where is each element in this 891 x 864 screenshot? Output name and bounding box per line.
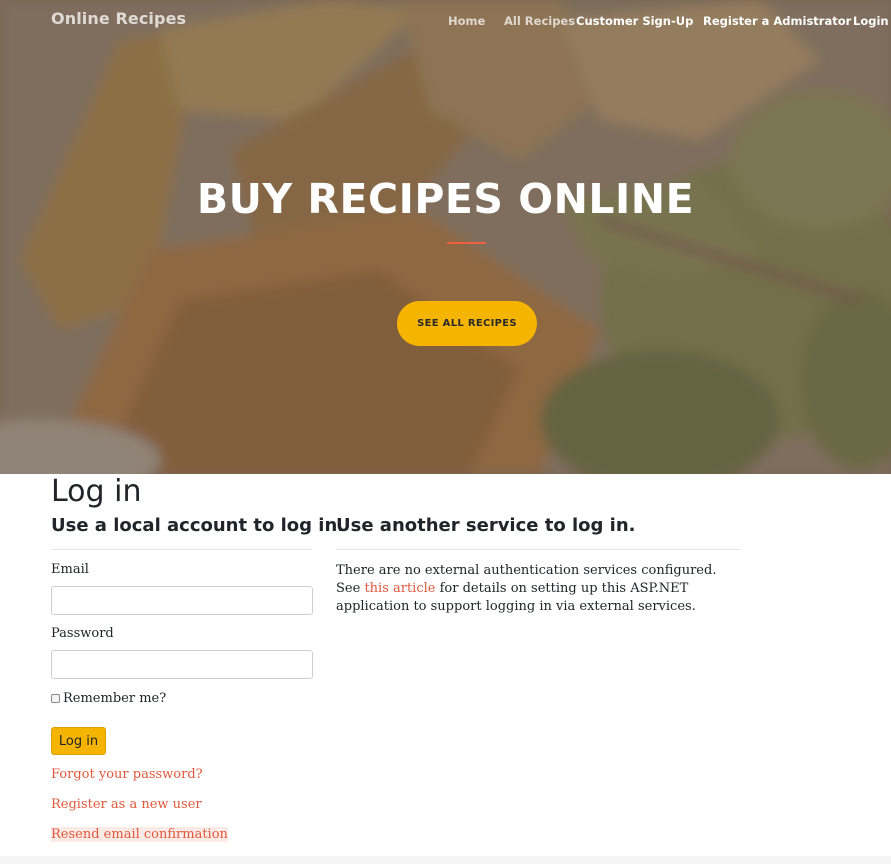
hero-divider	[447, 242, 486, 244]
local-account-heading: Use a local account to log in.	[51, 515, 345, 536]
external-auth-message: There are no external authentication ser…	[336, 562, 741, 616]
password-label: Password	[51, 626, 114, 641]
see-all-recipes-button[interactable]: SEE ALL RECIPES	[397, 301, 537, 346]
local-account-divider	[51, 549, 312, 550]
external-service-heading: Use another service to log in.	[336, 515, 636, 536]
hero-title: BUY RECIPES ONLINE	[196, 175, 695, 223]
log-in-button[interactable]: Log in	[51, 727, 106, 755]
email-field[interactable]	[51, 586, 313, 615]
external-service-divider	[336, 549, 741, 550]
nav-customer-sign-up[interactable]: Customer Sign-Up	[576, 14, 693, 28]
register-new-user-link[interactable]: Register as a new user	[51, 797, 202, 812]
email-label: Email	[51, 562, 89, 577]
nav-login[interactable]: Login	[853, 14, 889, 28]
nav-register-administrator[interactable]: Register a Admistrator	[703, 14, 851, 28]
nav-all-recipes[interactable]: All Recipes	[504, 14, 575, 28]
this-article-link[interactable]: this article	[364, 581, 435, 596]
forgot-password-link[interactable]: Forgot your password?	[51, 767, 203, 782]
remember-me-checkbox[interactable]	[51, 694, 60, 703]
page-title: Log in	[51, 474, 142, 509]
hero-overlay	[0, 0, 891, 474]
hero-masthead: Online Recipes Home All Recipes Customer…	[0, 0, 891, 474]
nav-home[interactable]: Home	[448, 14, 485, 28]
password-field[interactable]	[51, 650, 313, 679]
remember-me-label: Remember me?	[63, 691, 167, 706]
remember-me-row[interactable]: Remember me?	[51, 691, 166, 706]
top-navigation: Home All Recipes Customer Sign-Up Regist…	[0, 14, 891, 30]
footer-strip	[0, 856, 891, 864]
resend-email-confirmation-link[interactable]: Resend email confirmation	[51, 827, 228, 842]
